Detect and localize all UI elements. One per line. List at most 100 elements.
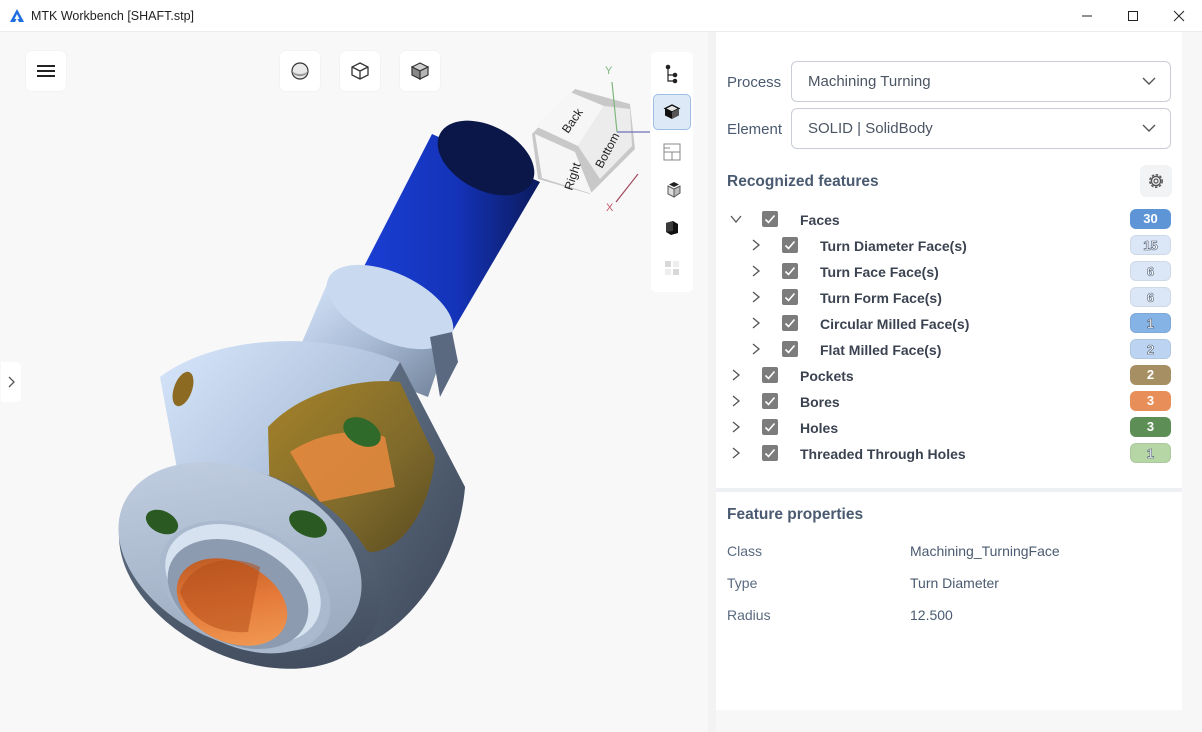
menu-button[interactable] xyxy=(26,51,66,91)
checkbox[interactable] xyxy=(762,393,778,409)
count-badge: 1 xyxy=(1130,313,1171,333)
exploded-view-button[interactable] xyxy=(653,172,691,208)
count-badge: 2 xyxy=(1130,365,1171,385)
check-icon xyxy=(764,422,776,432)
count-badge: 6 xyxy=(1130,287,1171,307)
chevron-right-icon[interactable] xyxy=(750,239,762,251)
check-icon xyxy=(784,266,796,276)
check-icon xyxy=(764,396,776,406)
chevron-down-icon[interactable] xyxy=(730,213,742,225)
tree-row[interactable]: Faces 30 xyxy=(716,207,1182,233)
property-key-type: Type xyxy=(727,575,758,591)
checkbox[interactable] xyxy=(762,211,778,227)
axis-y-label: Y xyxy=(605,65,613,77)
view-cube[interactable]: Back Bottom Right Y X xyxy=(520,54,650,214)
tree-item-label: Bores xyxy=(800,394,840,410)
panel-separator[interactable] xyxy=(708,32,716,732)
checkbox[interactable] xyxy=(762,419,778,435)
tree-child-row[interactable]: Turn Form Face(s) 6 xyxy=(716,285,1182,311)
chevron-right-icon[interactable] xyxy=(750,291,762,303)
tree-item-label: Threaded Through Holes xyxy=(800,446,966,462)
tree-row[interactable]: Threaded Through Holes 1 xyxy=(716,441,1182,467)
recognized-features-title: Recognized features xyxy=(727,173,879,190)
3d-viewport[interactable]: Back Bottom Right Y X xyxy=(0,32,708,732)
checkbox[interactable] xyxy=(782,315,798,331)
tree-row[interactable]: Holes 3 xyxy=(716,415,1182,441)
panel-gutter xyxy=(1182,32,1202,732)
left-panel-toggle[interactable] xyxy=(1,362,21,402)
chevron-right-icon[interactable] xyxy=(750,265,762,277)
cube-wireframe-icon xyxy=(351,62,369,80)
close-button[interactable] xyxy=(1156,0,1202,32)
chevron-right-icon[interactable] xyxy=(730,421,742,433)
element-label: Element xyxy=(727,121,783,138)
shaded-view-button[interactable] xyxy=(400,51,440,91)
chevron-right-icon[interactable] xyxy=(750,343,762,355)
chevron-right-icon[interactable] xyxy=(730,447,742,459)
tree-row[interactable]: Bores 3 xyxy=(716,389,1182,415)
property-value-radius: 12.500 xyxy=(910,607,953,623)
model-tree-button[interactable] xyxy=(653,56,691,92)
chevron-right-icon[interactable] xyxy=(750,317,762,329)
check-icon xyxy=(764,448,776,458)
wireframe-view-button[interactable] xyxy=(340,51,380,91)
shading-mode-button[interactable] xyxy=(280,51,320,91)
chevron-down-icon xyxy=(1142,124,1156,132)
app-logo-icon xyxy=(10,9,24,22)
tree-row[interactable]: Pockets 2 xyxy=(716,363,1182,389)
solid-box-icon xyxy=(666,221,678,235)
check-icon xyxy=(784,344,796,354)
section-view-button[interactable] xyxy=(653,134,691,170)
checkbox[interactable] xyxy=(782,289,798,305)
process-select[interactable]: Machining Turning xyxy=(791,61,1171,102)
tree-child-row[interactable]: Flat Milled Face(s) 2 xyxy=(716,337,1182,363)
axis-x-label: X xyxy=(606,202,614,214)
property-key-radius: Radius xyxy=(727,607,771,623)
tree-item-label: Holes xyxy=(800,420,839,436)
tree-item-label: Turn Diameter Face(s) xyxy=(820,238,967,254)
tree-item-label: Faces xyxy=(800,212,840,228)
tree-item-label: Pockets xyxy=(800,368,854,384)
tree-child-row[interactable]: Turn Face Face(s) 6 xyxy=(716,259,1182,285)
checkbox[interactable] xyxy=(762,367,778,383)
check-icon xyxy=(764,214,776,224)
count-badge: 6 xyxy=(1130,261,1171,281)
property-key-class: Class xyxy=(727,543,763,559)
tree-item-label: Circular Milled Face(s) xyxy=(820,316,970,332)
sphere-shading-icon xyxy=(291,62,309,80)
maximize-icon xyxy=(1128,11,1138,21)
checkbox[interactable] xyxy=(782,341,798,357)
count-badge: 15 xyxy=(1130,235,1171,255)
section-grid-icon xyxy=(663,143,681,161)
gear-icon xyxy=(1149,174,1163,188)
tiles-view-button[interactable] xyxy=(653,250,691,286)
chevron-right-icon[interactable] xyxy=(730,369,742,381)
tree-item-label: Turn Form Face(s) xyxy=(820,290,942,306)
tree-child-row[interactable]: Turn Diameter Face(s) 15 xyxy=(716,233,1182,259)
checkbox[interactable] xyxy=(782,237,798,253)
solid-view-button[interactable] xyxy=(653,210,691,246)
tree-child-row[interactable]: Circular Milled Face(s) 1 xyxy=(716,311,1182,337)
maximize-button[interactable] xyxy=(1110,0,1156,32)
tree-item-label: Flat Milled Face(s) xyxy=(820,342,942,358)
cube-view-icon xyxy=(663,104,681,119)
tiles-icon xyxy=(665,261,679,275)
feature-properties-panel: Feature properties Class Machining_Turni… xyxy=(716,492,1182,710)
feature-properties-title: Feature properties xyxy=(727,506,864,523)
check-icon xyxy=(764,370,776,380)
cube-parts-icon xyxy=(667,182,681,198)
cube-shaded-icon xyxy=(410,62,430,80)
feature-settings-button[interactable] xyxy=(1140,165,1172,197)
minimize-button[interactable] xyxy=(1064,0,1110,32)
cube-view-button[interactable] xyxy=(653,94,691,130)
checkbox[interactable] xyxy=(762,445,778,461)
chevron-down-icon xyxy=(1142,77,1156,85)
chevron-right-icon xyxy=(8,376,15,388)
title-bar: MTK Workbench [SHAFT.stp] xyxy=(0,0,1202,32)
property-value-class: Machining_TurningFace xyxy=(910,543,1060,559)
chevron-right-icon[interactable] xyxy=(730,395,742,407)
minimize-icon xyxy=(1082,15,1092,17)
element-select[interactable]: SOLID | SolidBody xyxy=(791,108,1171,149)
checkbox[interactable] xyxy=(782,263,798,279)
count-badge: 3 xyxy=(1130,417,1171,437)
